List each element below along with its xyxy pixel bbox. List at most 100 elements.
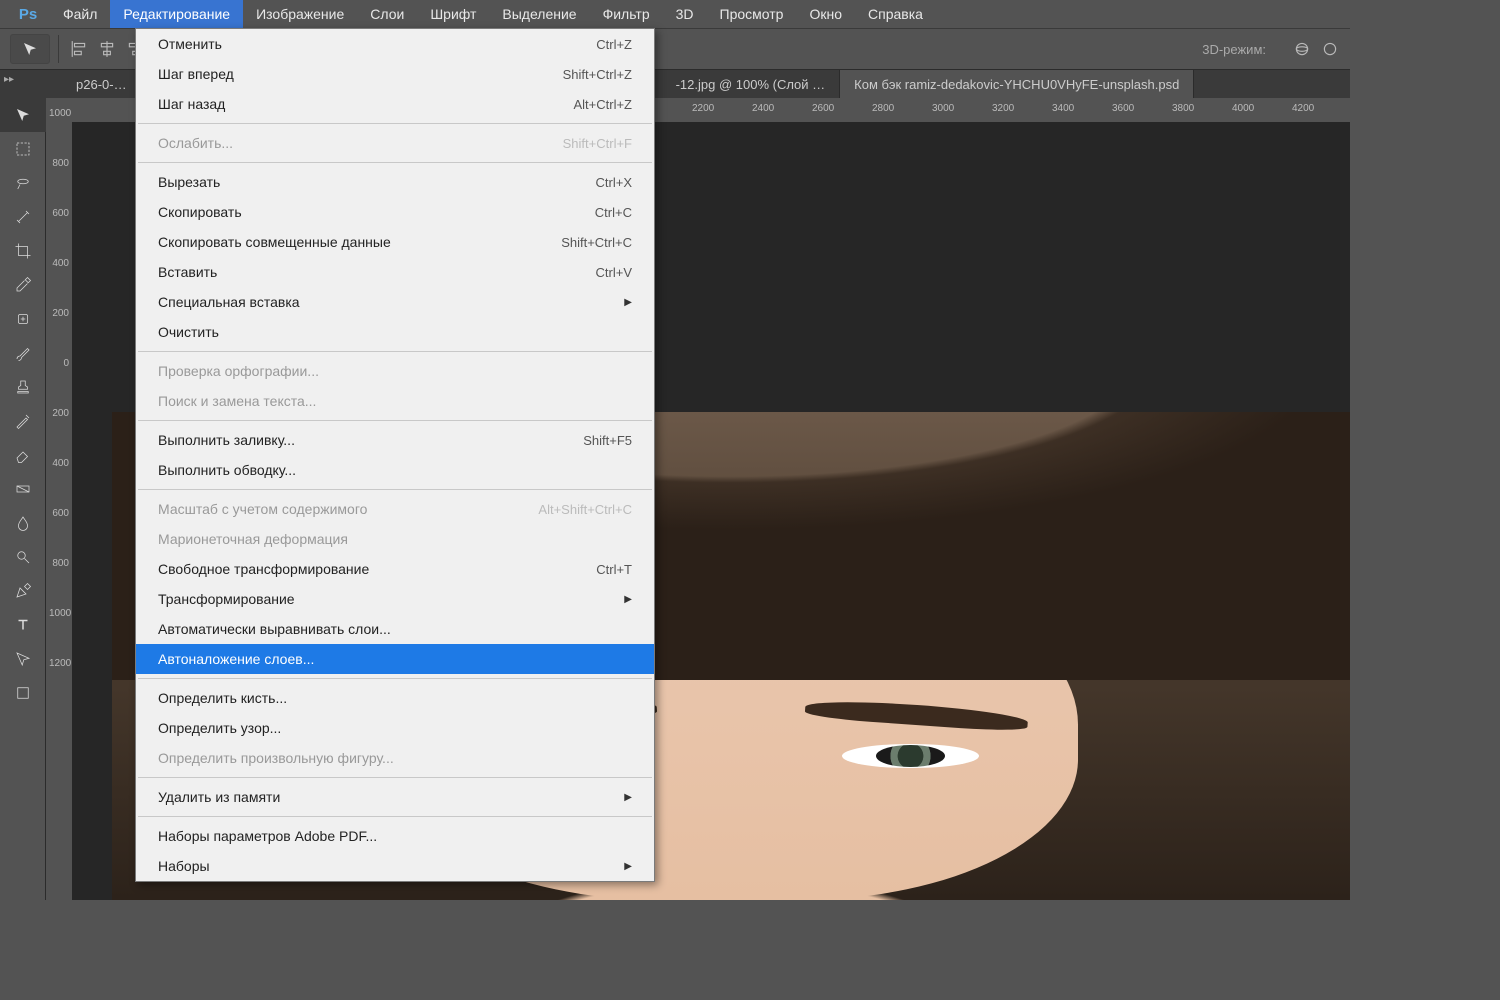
- menuitem-вырезать[interactable]: ВырезатьCtrl+X: [136, 167, 654, 197]
- dodge-tool[interactable]: [0, 540, 46, 574]
- move-tool[interactable]: [0, 98, 46, 132]
- gradient-tool[interactable]: [0, 472, 46, 506]
- ruler-tick: 2800: [872, 103, 894, 114]
- menuitem-скопировать[interactable]: СкопироватьCtrl+C: [136, 197, 654, 227]
- shape-tool[interactable]: [0, 676, 46, 710]
- eyedropper-tool[interactable]: [0, 268, 46, 302]
- menu-help[interactable]: Справка: [855, 0, 936, 28]
- menu-3d[interactable]: 3D: [663, 0, 707, 28]
- menuitem-специальная-вставка[interactable]: Специальная вставка▶: [136, 287, 654, 317]
- ruler-tick: 0: [49, 358, 69, 369]
- menuitem-автоналожение-слоев-[interactable]: Автоналожение слоев...: [136, 644, 654, 674]
- menuitem-shortcut: Ctrl+C: [595, 205, 632, 220]
- tab-doc-1[interactable]: p26-0-…: [62, 70, 142, 98]
- toolbox: [0, 98, 46, 900]
- eraser-tool[interactable]: [0, 438, 46, 472]
- tab-doc-2[interactable]: -12.jpg @ 100% (Слой …: [662, 70, 841, 98]
- wand-tool[interactable]: [0, 200, 46, 234]
- brush-tool[interactable]: [0, 336, 46, 370]
- crop-tool[interactable]: [0, 234, 46, 268]
- menuitem-shortcut: Alt+Shift+Ctrl+C: [538, 502, 632, 517]
- submenu-arrow-icon: ▶: [624, 297, 632, 308]
- menuitem-очистить[interactable]: Очистить: [136, 317, 654, 347]
- align-horiz-centers-icon[interactable]: [95, 37, 119, 61]
- menuitem-label: Масштаб с учетом содержимого: [158, 501, 538, 517]
- blur-tool[interactable]: [0, 506, 46, 540]
- menuitem-автоматически-выравнивать-слои-[interactable]: Автоматически выравнивать слои...: [136, 614, 654, 644]
- ruler-tick: 4000: [1232, 103, 1254, 114]
- ruler-tick: 2400: [752, 103, 774, 114]
- menuitem-label: Скопировать: [158, 204, 595, 220]
- 3d-orbit-icon[interactable]: [1290, 37, 1314, 61]
- menuitem-определить-кисть-[interactable]: Определить кисть...: [136, 683, 654, 713]
- 3d-pan-icon[interactable]: [1318, 37, 1342, 61]
- ruler-tick: 1000: [49, 608, 69, 619]
- ruler-tick: 3600: [1112, 103, 1134, 114]
- menuitem-label: Очистить: [158, 324, 632, 340]
- menuitem-label: Шаг назад: [158, 96, 573, 112]
- ruler-tick: 800: [49, 558, 69, 569]
- marquee-tool[interactable]: [0, 132, 46, 166]
- menu-view[interactable]: Просмотр: [707, 0, 797, 28]
- menu-image[interactable]: Изображение: [243, 0, 357, 28]
- menuitem-удалить-из-памяти[interactable]: Удалить из памяти▶: [136, 782, 654, 812]
- current-tool-icon[interactable]: [10, 34, 50, 64]
- menuitem-отменить[interactable]: ОтменитьCtrl+Z: [136, 29, 654, 59]
- menuitem-наборы[interactable]: Наборы▶: [136, 851, 654, 881]
- menuitem-определить-узор-[interactable]: Определить узор...: [136, 713, 654, 743]
- menu-window[interactable]: Окно: [796, 0, 855, 28]
- menuitem-shortcut: Shift+Ctrl+Z: [563, 67, 632, 82]
- stamp-tool[interactable]: [0, 370, 46, 404]
- menuitem-label: Шаг вперед: [158, 66, 563, 82]
- align-left-edges-icon[interactable]: [67, 37, 91, 61]
- menuitem-наборы-параметров-adobe-pdf-[interactable]: Наборы параметров Adobe PDF...: [136, 821, 654, 851]
- menuitem-label: Определить произвольную фигуру...: [158, 750, 632, 766]
- menuitem-label: Вставить: [158, 264, 596, 280]
- menuitem-трансформирование[interactable]: Трансформирование ▶: [136, 584, 654, 614]
- menu-separator: [138, 162, 652, 163]
- healing-tool[interactable]: [0, 302, 46, 336]
- path-select-tool[interactable]: [0, 642, 46, 676]
- menuitem-шаг-вперед[interactable]: Шаг впередShift+Ctrl+Z: [136, 59, 654, 89]
- menuitem-выполнить-заливку-[interactable]: Выполнить заливку...Shift+F5: [136, 425, 654, 455]
- menuitem-label: Трансформирование: [158, 591, 618, 607]
- lasso-tool[interactable]: [0, 166, 46, 200]
- pen-tool[interactable]: [0, 574, 46, 608]
- menu-separator: [138, 123, 652, 124]
- menuitem-скопировать-совмещенные-данные[interactable]: Скопировать совмещенные данныеShift+Ctrl…: [136, 227, 654, 257]
- menu-separator: [138, 777, 652, 778]
- menuitem-поиск-и-замена-текста-: Поиск и замена текста...: [136, 386, 654, 416]
- menuitem-label: Свободное трансформирование: [158, 561, 596, 577]
- collapse-panel-icon[interactable]: ▸▸: [4, 74, 24, 88]
- ruler-tick: 200: [49, 408, 69, 419]
- menuitem-выполнить-обводку-[interactable]: Выполнить обводку...: [136, 455, 654, 485]
- tab-doc-3[interactable]: Ком бэк ramiz-dedakovic-YHCHU0VHyFE-unsp…: [840, 70, 1194, 98]
- menuitem-проверка-орфографии-: Проверка орфографии...: [136, 356, 654, 386]
- submenu-arrow-icon: ▶: [624, 594, 632, 605]
- menu-edit[interactable]: Редактирование: [110, 0, 243, 28]
- menuitem-шаг-назад[interactable]: Шаг назадAlt+Ctrl+Z: [136, 89, 654, 119]
- menuitem-shortcut: Ctrl+T: [596, 562, 632, 577]
- ruler-tick: 400: [49, 458, 69, 469]
- menu-select[interactable]: Выделение: [489, 0, 589, 28]
- menu-separator: [138, 678, 652, 679]
- menu-separator: [138, 351, 652, 352]
- menuitem-свободное-трансформирование[interactable]: Свободное трансформированиеCtrl+T: [136, 554, 654, 584]
- menu-layers[interactable]: Слои: [357, 0, 417, 28]
- menuitem-shortcut: Alt+Ctrl+Z: [573, 97, 632, 112]
- menu-bar: Ps Файл Редактирование Изображение Слои …: [0, 0, 1350, 28]
- menuitem-марионеточная-деформация: Марионеточная деформация: [136, 524, 654, 554]
- history-brush-tool[interactable]: [0, 404, 46, 438]
- type-tool[interactable]: [0, 608, 46, 642]
- menu-type[interactable]: Шрифт: [417, 0, 489, 28]
- menuitem-ослабить-: Ослабить...Shift+Ctrl+F: [136, 128, 654, 158]
- ruler-tick: 3800: [1172, 103, 1194, 114]
- menuitem-label: Марионеточная деформация: [158, 531, 632, 547]
- edit-dropdown-menu: ОтменитьCtrl+ZШаг впередShift+Ctrl+ZШаг …: [135, 28, 655, 882]
- menu-file[interactable]: Файл: [50, 0, 110, 28]
- menuitem-shortcut: Ctrl+Z: [596, 37, 632, 52]
- menu-separator: [138, 816, 652, 817]
- menuitem-вставить[interactable]: ВставитьCtrl+V: [136, 257, 654, 287]
- menu-filter[interactable]: Фильтр: [590, 0, 663, 28]
- menuitem-label: Определить узор...: [158, 720, 632, 736]
